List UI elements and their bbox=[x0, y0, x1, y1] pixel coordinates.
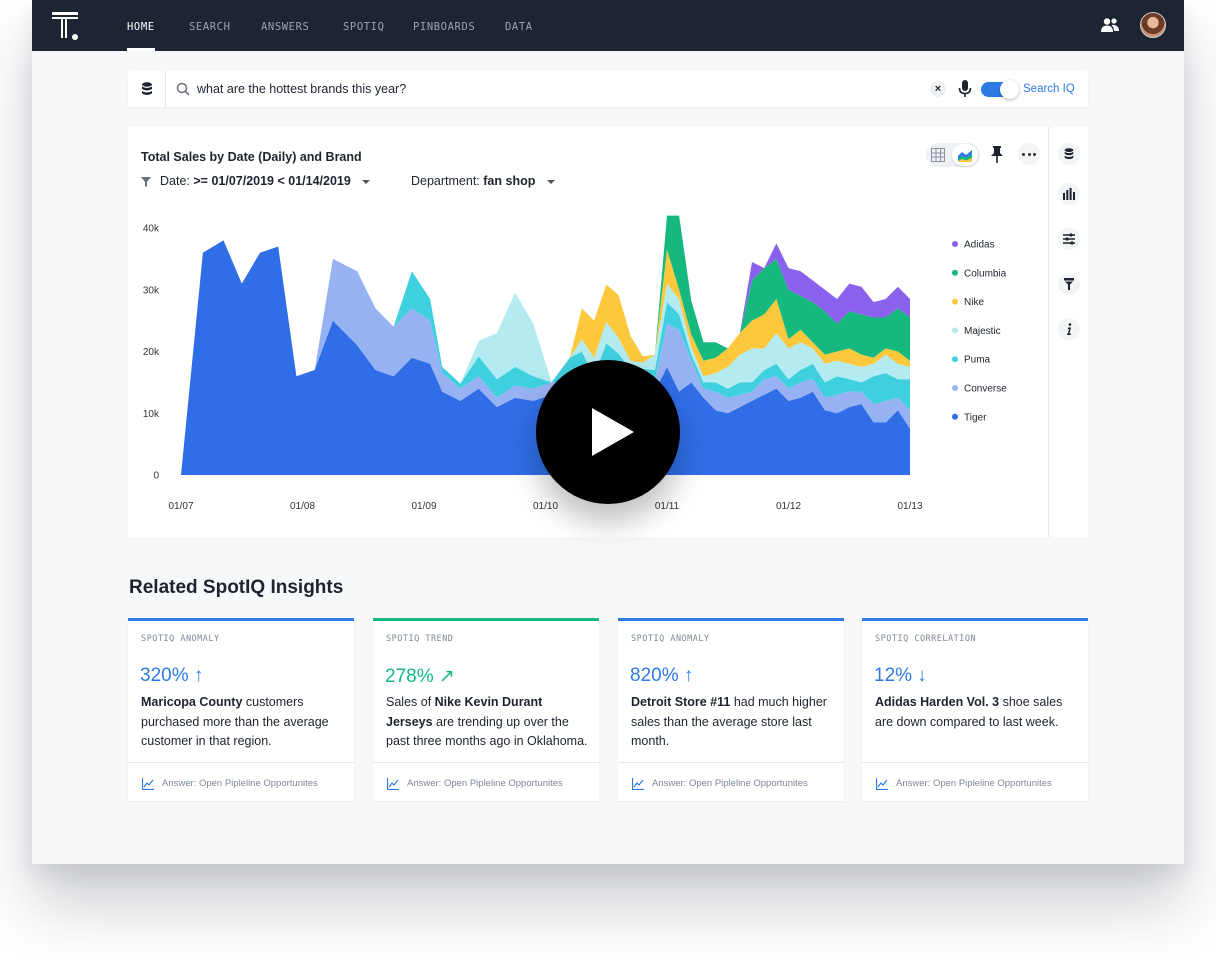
search-input[interactable]: what are the hottest brands this year? bbox=[197, 82, 406, 96]
info-icon bbox=[1067, 323, 1072, 335]
legend-swatch bbox=[952, 413, 958, 420]
insight-card[interactable]: SPOTIQ CORRELATION 12% ↓ Adidas Harden V… bbox=[862, 618, 1088, 801]
x-tick-label: 01/12 bbox=[776, 501, 801, 512]
nav-answers[interactable]: ANSWERS bbox=[261, 21, 309, 33]
insight-value: 12% ↓ bbox=[874, 665, 927, 686]
insight-kind: SPOTIQ ANOMALY bbox=[141, 634, 220, 644]
insight-footer-text[interactable]: Answer: Open Pipleline Opportunites bbox=[652, 778, 808, 789]
search-iq-toggle[interactable] bbox=[981, 80, 1019, 99]
x-tick-label: 01/08 bbox=[290, 501, 315, 512]
nav-spotiq[interactable]: SPOTIQ bbox=[343, 21, 385, 33]
nav-active-indicator bbox=[127, 48, 155, 51]
legend-swatch bbox=[952, 356, 958, 363]
x-tick-label: 01/11 bbox=[655, 501, 680, 512]
play-video-button[interactable] bbox=[536, 360, 680, 504]
insight-kind: SPOTIQ CORRELATION bbox=[875, 634, 977, 644]
insight-body: Adidas Harden Vol. 3 shoe sales are down… bbox=[875, 695, 1063, 729]
insight-value: 820% ↑ bbox=[630, 665, 694, 686]
insight-body: Maricopa County customers purchased more… bbox=[141, 695, 329, 748]
search-iq-label[interactable]: Search IQ bbox=[1023, 83, 1075, 95]
clear-search-button[interactable]: × bbox=[930, 81, 946, 97]
legend-item[interactable]: Majestic bbox=[964, 326, 1001, 337]
insight-footer-link[interactable]: Answer: Open Pipleline Opportunites bbox=[128, 762, 354, 804]
legend-item[interactable]: Puma bbox=[964, 355, 991, 366]
insight-card[interactable]: SPOTIQ TREND 278% ↗ Sales of Nike Kevin … bbox=[373, 618, 599, 801]
database-icon bbox=[142, 82, 152, 95]
x-tick-label: 01/13 bbox=[897, 501, 922, 512]
rail-filter-button[interactable] bbox=[1058, 273, 1080, 295]
insight-footer-link[interactable]: Answer: Open Pipleline Opportunites bbox=[373, 762, 599, 804]
chart-side-rail bbox=[1048, 127, 1088, 537]
y-tick-label: 0 bbox=[153, 471, 159, 482]
y-tick-label: 40k bbox=[143, 224, 160, 235]
database-icon bbox=[1064, 148, 1074, 160]
nav-home[interactable]: HOME bbox=[127, 21, 155, 33]
insight-kind: SPOTIQ TREND bbox=[386, 634, 454, 644]
play-icon bbox=[592, 408, 634, 456]
line-chart-icon bbox=[142, 778, 154, 790]
insight-body: Detroit Store #11 had much higher sales … bbox=[631, 695, 827, 748]
insight-body: Sales of Nike Kevin Durant Jerseys are t… bbox=[386, 695, 588, 748]
insight-card[interactable]: SPOTIQ ANOMALY 320% ↑ Maricopa County cu… bbox=[128, 618, 354, 801]
legend-swatch bbox=[952, 269, 958, 276]
insight-footer-text[interactable]: Answer: Open Pipleline Opportunites bbox=[896, 778, 1052, 789]
y-tick-label: 30k bbox=[143, 285, 160, 296]
rail-settings-button[interactable] bbox=[1058, 228, 1080, 250]
insight-value: 320% ↑ bbox=[140, 665, 204, 686]
y-tick-label: 20k bbox=[143, 347, 160, 358]
user-avatar[interactable] bbox=[1140, 12, 1166, 38]
y-tick-label: 10k bbox=[143, 409, 160, 420]
legend-item[interactable]: Adidas bbox=[964, 240, 995, 251]
filter-icon bbox=[1064, 278, 1074, 290]
insight-kind: SPOTIQ ANOMALY bbox=[631, 634, 710, 644]
x-tick-label: 01/07 bbox=[168, 501, 193, 512]
insight-footer-link[interactable]: Answer: Open Pipleline Opportunites bbox=[862, 762, 1088, 804]
legend-item[interactable]: Nike bbox=[964, 297, 984, 308]
bar-chart-icon bbox=[1063, 188, 1075, 200]
insights-title: Related SpotIQ Insights bbox=[129, 577, 344, 598]
insight-footer-link[interactable]: Answer: Open Pipleline Opportunites bbox=[618, 762, 844, 804]
insight-value: 278% ↗ bbox=[385, 666, 455, 687]
legend-item[interactable]: Tiger bbox=[964, 412, 987, 423]
line-chart-icon bbox=[632, 778, 644, 790]
mic-icon[interactable] bbox=[958, 80, 972, 98]
rail-chart-type-button[interactable] bbox=[1058, 183, 1080, 205]
line-chart-icon bbox=[387, 778, 399, 790]
legend-item[interactable]: Columbia bbox=[964, 268, 1007, 279]
search-bar: what are the hottest brands this year? ×… bbox=[128, 71, 1088, 107]
rail-info-button[interactable] bbox=[1058, 318, 1080, 340]
insight-footer-text[interactable]: Answer: Open Pipleline Opportunites bbox=[407, 778, 563, 789]
x-tick-label: 01/09 bbox=[411, 501, 436, 512]
nav-search[interactable]: SEARCH bbox=[189, 21, 231, 33]
app-window: HOME SEARCH ANSWERS SPOTIQ PINBOARDS DAT… bbox=[32, 0, 1184, 864]
legend-swatch bbox=[952, 385, 958, 391]
legend-swatch bbox=[952, 241, 958, 247]
x-tick-label: 01/10 bbox=[533, 501, 558, 512]
legend-swatch bbox=[952, 298, 958, 305]
logo-icon[interactable] bbox=[52, 12, 82, 42]
data-source-button[interactable] bbox=[128, 71, 166, 107]
legend-item[interactable]: Converse bbox=[964, 384, 1007, 395]
sliders-icon bbox=[1063, 233, 1075, 245]
line-chart-icon bbox=[876, 778, 888, 790]
people-icon[interactable] bbox=[1100, 17, 1120, 33]
nav-data[interactable]: DATA bbox=[505, 21, 533, 33]
insight-card[interactable]: SPOTIQ ANOMALY 820% ↑ Detroit Store #11 … bbox=[618, 618, 844, 801]
nav-pinboards[interactable]: PINBOARDS bbox=[413, 21, 475, 33]
rail-data-button[interactable] bbox=[1058, 143, 1080, 165]
legend-swatch bbox=[952, 327, 958, 334]
top-nav: HOME SEARCH ANSWERS SPOTIQ PINBOARDS DAT… bbox=[32, 0, 1184, 51]
insight-footer-text[interactable]: Answer: Open Pipleline Opportunites bbox=[162, 778, 318, 789]
search-icon bbox=[176, 82, 190, 96]
